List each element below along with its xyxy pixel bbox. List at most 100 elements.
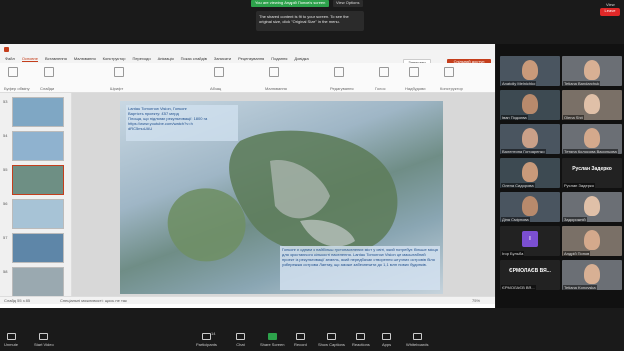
viewing-share-badge[interactable]: You are viewing Андрій Попов's screen bbox=[251, 0, 330, 7]
toolbar-button[interactable]: Reactions bbox=[352, 333, 370, 347]
ribbon-tab[interactable]: Вставлення bbox=[45, 56, 67, 61]
ribbon-group-label: Надбудови bbox=[405, 86, 426, 91]
slide-thumbnail[interactable] bbox=[12, 267, 64, 297]
toolbar-button[interactable]: Show Captions bbox=[318, 333, 345, 347]
toolbar-label: Share Screen bbox=[260, 342, 285, 347]
ribbon-command-icon[interactable] bbox=[8, 67, 18, 77]
ribbon-tab[interactable]: Основне bbox=[21, 56, 38, 62]
participant-tile[interactable]: Olena Shit bbox=[562, 90, 622, 120]
participant-tile[interactable]: Руслан Задерко Руслан Задерко bbox=[562, 158, 622, 188]
toolbar-button[interactable]: Whiteboards bbox=[406, 333, 428, 347]
toolbar-button[interactable]: Chat bbox=[236, 333, 245, 347]
leave-button[interactable]: Leave bbox=[600, 8, 620, 16]
current-slide[interactable]: Lantau Tomorrow Vision, Гонконг Вартість… bbox=[120, 101, 443, 294]
view-button[interactable]: View bbox=[606, 2, 615, 7]
participant-video bbox=[584, 94, 600, 114]
ppt-status-bar: Слайд 55 з 85 Спеціальні можливості: щос… bbox=[0, 296, 495, 304]
toolbar-icon bbox=[6, 333, 16, 340]
participant-video bbox=[584, 128, 600, 148]
toolbar-button[interactable]: Apps bbox=[382, 333, 391, 347]
toolbar-button[interactable]: Unmute bbox=[4, 333, 18, 347]
accessibility-status[interactable]: Спеціальні можливості: щось не так bbox=[60, 298, 127, 303]
slide-thumbnail[interactable] bbox=[12, 131, 64, 161]
toolbar-icon bbox=[236, 333, 245, 340]
participant-name: Руслан Задерко bbox=[563, 183, 595, 188]
participant-tile[interactable]: Олена Сидорова bbox=[500, 158, 560, 188]
ribbon-command-icon[interactable] bbox=[379, 67, 389, 77]
slide-body-textbox[interactable]: Гонконг є одним з найбільш густонаселени… bbox=[280, 246, 440, 290]
participant-tile[interactable]: Андрій Попов bbox=[562, 226, 622, 256]
ribbon-tab[interactable]: Рецензування bbox=[238, 56, 264, 61]
slide-thumbnails-pane[interactable]: 53 54 55 56 57 58 bbox=[0, 93, 72, 297]
participant-video bbox=[522, 196, 538, 216]
participant-tile[interactable]: Тетяна Колосова Васильова bbox=[562, 124, 622, 154]
ribbon-group-label: Буфер обміну bbox=[4, 86, 30, 91]
zoom-toolbar: Unmute Start Video Participants Chat Share S… bbox=[0, 330, 624, 351]
ribbon-tab[interactable]: Записати bbox=[214, 56, 231, 61]
toolbar-button[interactable]: Record bbox=[294, 333, 307, 347]
toolbar-label: Show Captions bbox=[318, 342, 345, 347]
toolbar-label: Whiteboards bbox=[406, 342, 429, 347]
ribbon-command-icon[interactable] bbox=[214, 67, 224, 77]
participant-tile[interactable]: I Ігор Бульба bbox=[500, 226, 560, 256]
slide-thumbnail[interactable] bbox=[12, 97, 64, 127]
participant-display-name: ЄРМОЛАЄВ ВЯ... bbox=[509, 268, 551, 274]
participant-tile[interactable]: Задорожній bbox=[562, 192, 622, 222]
participant-tile[interactable]: Tetiana Konovska bbox=[562, 260, 622, 290]
ribbon-tab[interactable]: Малювання bbox=[74, 56, 96, 61]
slide-editor: Lantau Tomorrow Vision, Гонконг Вартість… bbox=[72, 93, 495, 296]
participant-video bbox=[584, 196, 600, 216]
participant-tile[interactable]: Tetiana Bandarchuk bbox=[562, 56, 622, 86]
ribbon-group-label: Малювання bbox=[265, 86, 287, 91]
slide-number: 58 bbox=[3, 269, 8, 274]
ribbon-group-label: Шрифт bbox=[110, 86, 124, 91]
toolbar-button[interactable]: Start Video bbox=[34, 333, 54, 347]
ribbon-command-icon[interactable] bbox=[409, 67, 419, 77]
ribbon-tab[interactable]: Довідка bbox=[294, 56, 308, 61]
ribbon-tab[interactable]: Показ слайдів bbox=[181, 56, 207, 61]
participant-display-name: Руслан Задерко bbox=[572, 166, 612, 172]
participant-name: Андрій Попов bbox=[563, 251, 591, 256]
participant-name: Діна Смірнова bbox=[501, 217, 530, 222]
participant-tile[interactable]: ЄРМОЛАЄВ ВЯ... ЄРМОЛАЄВ ВЯ... bbox=[500, 260, 560, 290]
slide-thumbnail[interactable] bbox=[12, 165, 64, 195]
toolbar-label: Unmute bbox=[4, 342, 19, 347]
participant-tile[interactable]: Anatoliy Melnichko bbox=[500, 56, 560, 86]
ribbon-command-icon[interactable] bbox=[334, 67, 344, 77]
slide-thumbnail[interactable] bbox=[12, 233, 64, 263]
zoom-level[interactable]: 75% bbox=[472, 298, 480, 303]
slide-title-textbox[interactable]: Lantau Tomorrow Vision, Гонконг Вартість… bbox=[126, 105, 238, 141]
ppt-logo-icon bbox=[4, 47, 9, 52]
participant-tile[interactable]: Іван Подоєва bbox=[500, 90, 560, 120]
participant-tile[interactable]: Валентина Гончаренко bbox=[500, 124, 560, 154]
ribbon-group-label: Слайди bbox=[40, 86, 55, 91]
participant-name: Іван Подоєва bbox=[501, 115, 528, 120]
ribbon-tab[interactable]: Анімація bbox=[158, 56, 174, 61]
participant-avatar: I bbox=[522, 231, 538, 247]
ribbon-command-icon[interactable] bbox=[269, 67, 279, 77]
fit-screen-tooltip: The shared content is fit to your screen… bbox=[256, 11, 364, 31]
toolbar-icon bbox=[356, 333, 366, 340]
ribbon-group-label: Конструктор bbox=[440, 86, 463, 91]
ribbon-tab[interactable]: Переходи bbox=[132, 56, 150, 61]
ribbon-command-icon[interactable] bbox=[114, 67, 124, 77]
participant-name: Задорожній bbox=[563, 217, 587, 222]
participant-name: ЄРМОЛАЄВ ВЯ... bbox=[501, 285, 536, 290]
slide-counter: Слайд 55 з 85 bbox=[4, 298, 31, 303]
ribbon-command-icon[interactable] bbox=[44, 67, 54, 77]
ribbon-tab[interactable]: Файл bbox=[5, 56, 15, 61]
slide-number: 54 bbox=[3, 133, 8, 138]
toolbar-icon bbox=[201, 333, 211, 340]
ribbon-tab[interactable]: Подання bbox=[271, 56, 287, 61]
ribbon-group-label: Редагування bbox=[330, 86, 354, 91]
view-options-button[interactable]: View Options bbox=[333, 0, 363, 7]
participant-name: Ігор Бульба bbox=[501, 251, 525, 256]
toolbar-button[interactable]: Share Screen bbox=[260, 333, 284, 347]
participant-name: Olena Shit bbox=[563, 115, 584, 120]
ribbon-command-icon[interactable] bbox=[444, 67, 454, 77]
participant-name: Tetiana Konovska bbox=[563, 285, 597, 290]
participant-video bbox=[584, 230, 600, 250]
slide-thumbnail[interactable] bbox=[12, 199, 64, 229]
ribbon-tab[interactable]: Конструктор bbox=[103, 56, 126, 61]
participant-tile[interactable]: Діна Смірнова bbox=[500, 192, 560, 222]
